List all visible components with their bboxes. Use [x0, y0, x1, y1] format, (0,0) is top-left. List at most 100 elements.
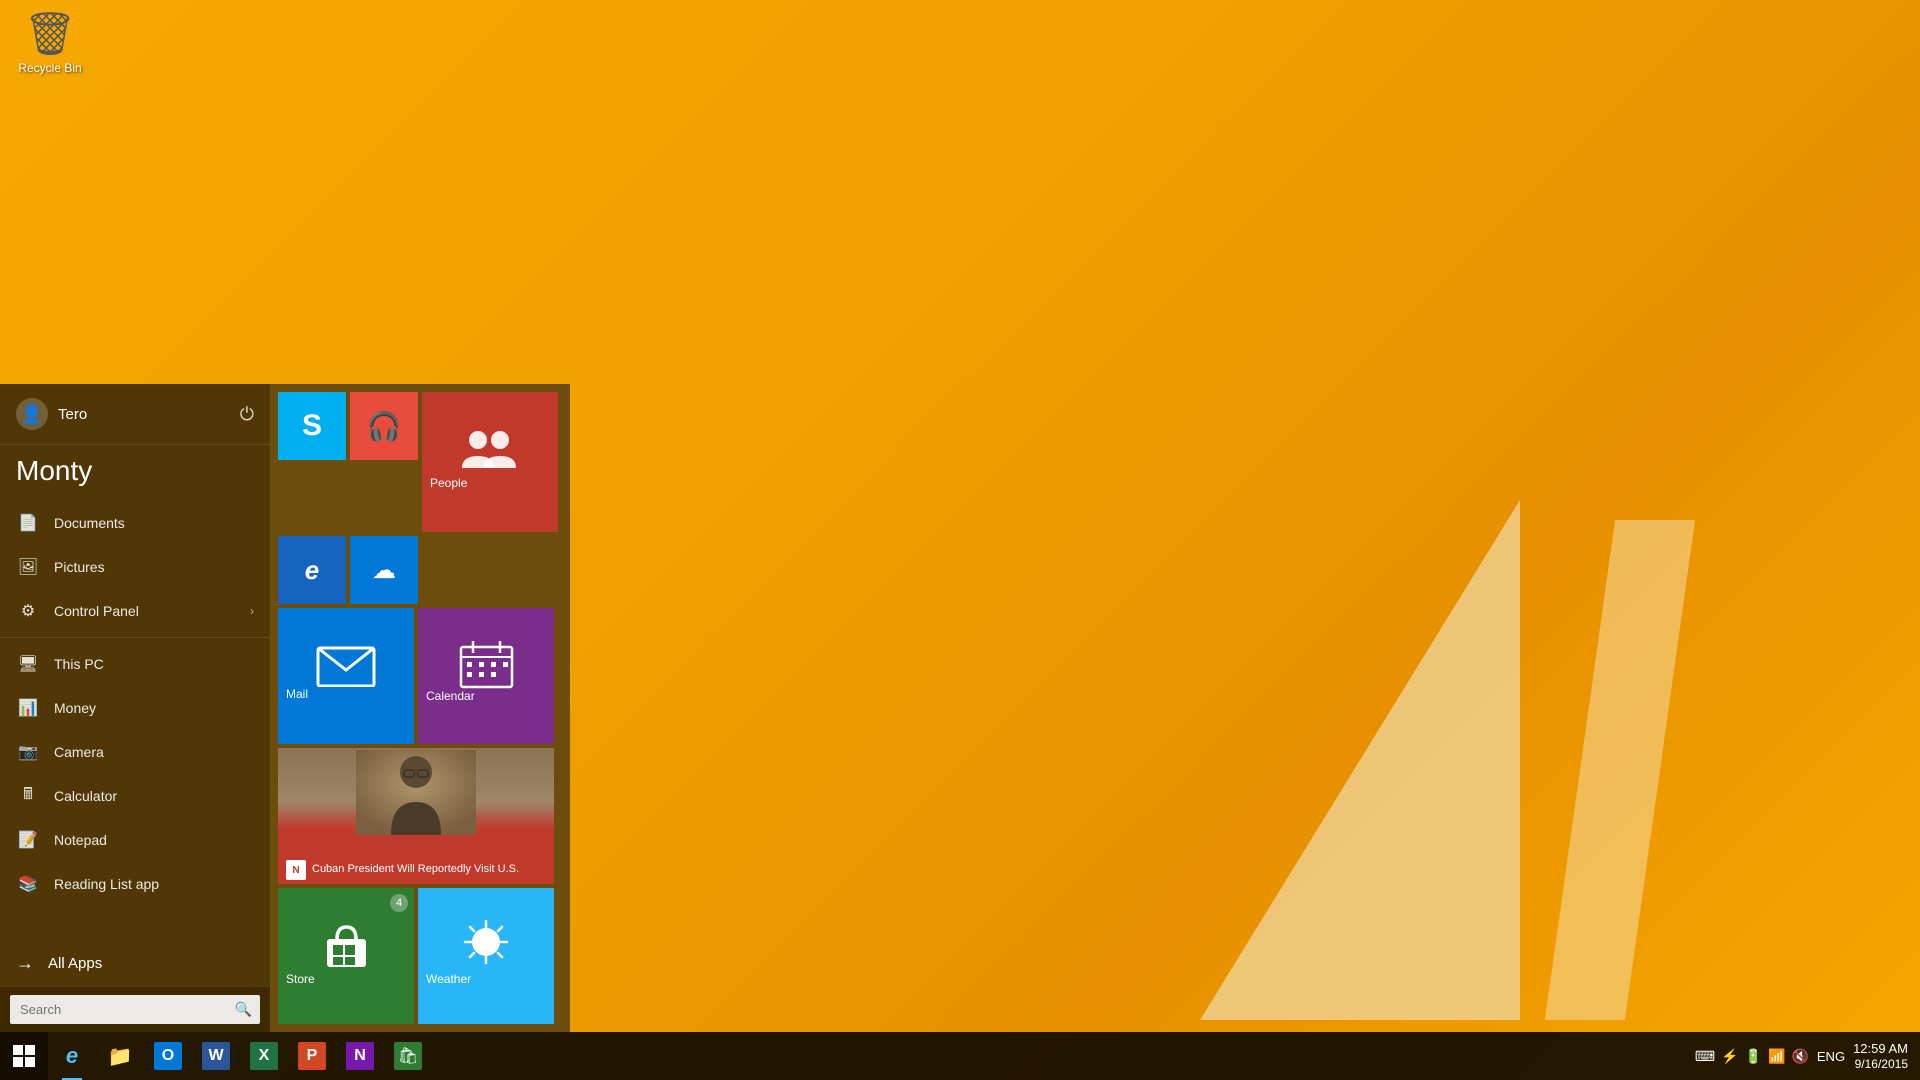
tile-mail[interactable]: Mail — [278, 608, 414, 744]
spacer — [422, 536, 562, 604]
news-logo: N — [286, 860, 306, 880]
nav-item-control-panel[interactable]: ⚙ Control Panel › — [0, 589, 270, 633]
taskbar-excel[interactable]: X — [240, 1032, 288, 1080]
taskbar-explorer[interactable]: 📁 — [96, 1032, 144, 1080]
news-headline: Cuban President Will Reportedly Visit U.… — [312, 863, 519, 876]
reading-list-icon: 📚 — [16, 872, 40, 896]
desktop: 🗑 Recycle Bin 👤 Tero ⏻ Monty 📄 Documents — [0, 0, 1920, 1080]
store-badge: 4 — [390, 894, 408, 912]
mail-icon — [316, 642, 376, 687]
tile-ie[interactable]: e — [278, 536, 346, 604]
tile-weather[interactable]: Weather — [418, 888, 554, 1024]
pictures-icon: 🖼 — [16, 555, 40, 579]
tile-skype[interactable]: S — [278, 392, 346, 460]
calendar-label: Calendar — [418, 689, 475, 703]
nav-item-money-label: Money — [54, 700, 254, 716]
user-name: Tero — [58, 406, 87, 423]
recycle-bin-label: Recycle Bin — [18, 61, 81, 75]
clock-time: 12:59 AM — [1853, 1041, 1908, 1057]
control-panel-arrow: › — [250, 604, 254, 618]
desktop-shape — [1200, 500, 1520, 1020]
nav-item-money[interactable]: 📊 Money — [0, 686, 270, 730]
monty-label: Monty — [0, 445, 270, 493]
nav-item-camera-label: Camera — [54, 744, 254, 760]
nav-item-documents[interactable]: 📄 Documents — [0, 501, 270, 545]
tile-calendar[interactable]: Calendar — [418, 608, 554, 744]
tile-onedrive[interactable]: ☁ — [350, 536, 418, 604]
search-button[interactable]: 🔍 — [227, 995, 260, 1024]
recycle-bin-icon: 🗑 — [23, 10, 76, 59]
taskbar-outlook-icon: O — [154, 1042, 182, 1070]
control-panel-icon: ⚙ — [16, 599, 40, 623]
notepad-icon: 📝 — [16, 828, 40, 852]
nav-item-this-pc[interactable]: 🖥 This PC — [0, 642, 270, 686]
taskbar: e 📁 O W X — [0, 1032, 1920, 1080]
tile-music[interactable]: 🎧 — [350, 392, 418, 460]
desktop-shape2 — [1545, 520, 1695, 1020]
volume-icon[interactable]: 🔇 — [1791, 1048, 1808, 1065]
camera-icon: 📷 — [16, 740, 40, 764]
news-person-image — [356, 750, 476, 835]
start-menu-left: 👤 Tero ⏻ Monty 📄 Documents 🖼 Pictures — [0, 384, 270, 1032]
search-input[interactable] — [10, 996, 227, 1023]
taskbar-store[interactable]: 🛍 — [384, 1032, 432, 1080]
all-apps-item[interactable]: → All Apps — [0, 941, 270, 986]
tile-news[interactable]: N Cuban President Will Reportedly Visit … — [278, 748, 554, 884]
battery-icon[interactable]: 🔋 — [1745, 1048, 1762, 1065]
calculator-icon: 🖩 — [16, 784, 40, 808]
start-menu: 👤 Tero ⏻ Monty 📄 Documents 🖼 Pictures — [0, 384, 570, 1032]
taskbar-onenote[interactable]: N — [336, 1032, 384, 1080]
keyboard-icon[interactable]: ⌨ — [1695, 1048, 1715, 1065]
calendar-icon — [459, 639, 514, 689]
start-button[interactable] — [0, 1032, 48, 1080]
taskbar-ie[interactable]: e — [48, 1032, 96, 1080]
nav-divider — [0, 637, 270, 638]
mail-label: Mail — [278, 687, 308, 701]
nav-item-camera[interactable]: 📷 Camera — [0, 730, 270, 774]
bluetooth-icon[interactable]: ⚡ — [1721, 1048, 1738, 1065]
clock-date: 9/16/2015 — [1853, 1057, 1908, 1071]
tiles-row-4: N Cuban President Will Reportedly Visit … — [278, 748, 562, 884]
taskbar-powerpoint[interactable]: P — [288, 1032, 336, 1080]
nav-item-notepad[interactable]: 📝 Notepad — [0, 818, 270, 862]
taskbar-ie-icon: e — [66, 1043, 78, 1069]
start-tiles: S 🎧 — [270, 384, 570, 1032]
taskbar-word-icon: W — [202, 1042, 230, 1070]
power-button[interactable]: ⏻ — [240, 404, 254, 425]
nav-item-reading-list-label: Reading List app — [54, 876, 254, 892]
network-icon[interactable]: 📶 — [1768, 1048, 1785, 1065]
nav-item-calculator[interactable]: 🖩 Calculator — [0, 774, 270, 818]
money-icon: 📊 — [16, 696, 40, 720]
win-logo-bl — [13, 1057, 23, 1067]
nav-item-pictures-label: Pictures — [54, 559, 254, 575]
language-indicator[interactable]: ENG — [1817, 1049, 1845, 1064]
documents-icon: 📄 — [16, 511, 40, 535]
win-logo-tr — [25, 1045, 35, 1055]
nav-item-pictures[interactable]: 🖼 Pictures — [0, 545, 270, 589]
search-bar: 🔍 — [0, 986, 270, 1032]
tile-store[interactable]: Store 4 — [278, 888, 414, 1024]
taskbar-store-icon: 🛍 — [394, 1042, 422, 1070]
tiles-row-2: e ☁ — [278, 536, 562, 604]
nav-item-calculator-label: Calculator — [54, 788, 254, 804]
user-avatar[interactable]: 👤 — [16, 398, 48, 430]
recycle-bin[interactable]: 🗑 Recycle Bin — [10, 10, 90, 75]
taskbar-onenote-icon: N — [346, 1042, 374, 1070]
system-icons: ⌨ ⚡ 🔋 📶 🔇 — [1695, 1048, 1809, 1065]
taskbar-right: ⌨ ⚡ 🔋 📶 🔇 ENG 12:59 AM 9/16/2015 — [1683, 1032, 1920, 1080]
music-icon: 🎧 — [367, 410, 402, 443]
taskbar-left: e 📁 O W X — [0, 1032, 432, 1080]
people-icon — [460, 426, 520, 476]
win-logo-tl — [13, 1045, 23, 1055]
taskbar-outlook[interactable]: O — [144, 1032, 192, 1080]
windows-logo — [13, 1045, 35, 1067]
tile-people[interactable]: People — [422, 392, 558, 532]
user-header: 👤 Tero ⏻ — [0, 384, 270, 445]
search-input-wrapper: 🔍 — [10, 995, 260, 1024]
nav-item-reading-list[interactable]: 📚 Reading List app — [0, 862, 270, 906]
all-apps-label: All Apps — [48, 955, 102, 972]
system-clock[interactable]: 12:59 AM 9/16/2015 — [1853, 1041, 1908, 1071]
store-icon — [319, 917, 374, 972]
user-info: 👤 Tero — [16, 398, 87, 430]
taskbar-word[interactable]: W — [192, 1032, 240, 1080]
